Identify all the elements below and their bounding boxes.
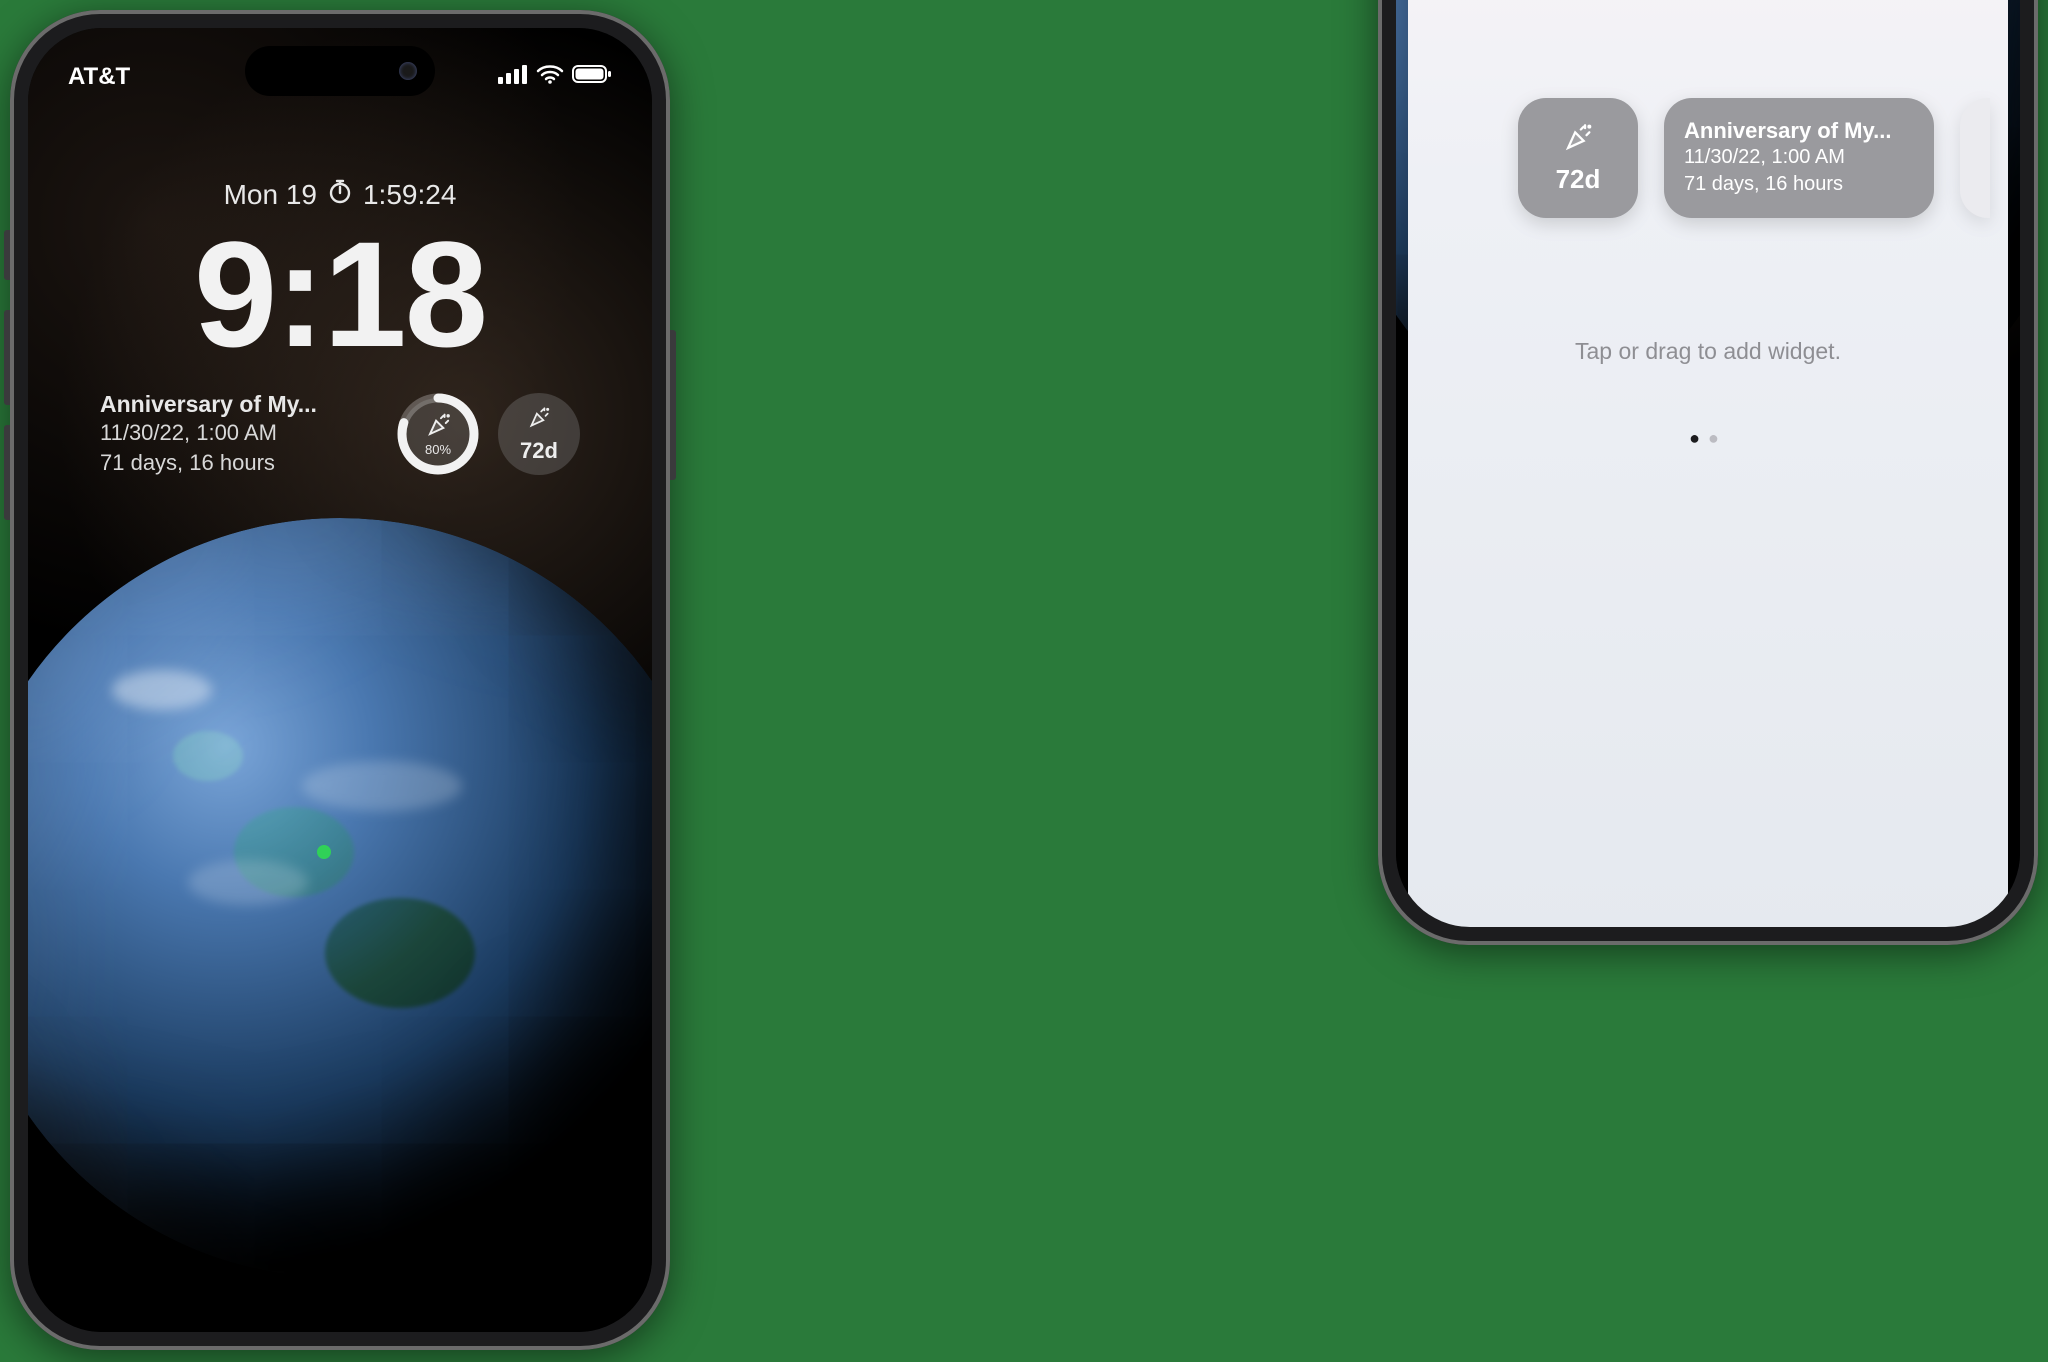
countdown-rect-widget[interactable]: Anniversary of My... 11/30/22, 1:00 AM 7… (100, 391, 378, 477)
gallery-rect-datetime: 11/30/22, 1:00 AM (1684, 144, 1914, 171)
widget-picker-sheet: Countdowns Countdowns View your latest c… (1408, 0, 2008, 927)
phone-lockscreen: AT&T Mon 19 1:59:24 (10, 10, 670, 1350)
gallery-rect-widget[interactable]: Anniversary of My... 11/30/22, 1:00 AM 7… (1664, 98, 1934, 218)
confetti-icon (1561, 121, 1595, 160)
page-indicator[interactable]: ●● (1408, 428, 2008, 449)
earth-wallpaper (28, 518, 652, 1278)
lockscreen-date: Mon 19 (224, 179, 317, 211)
phone-widget-picker: 11/30/22, 1:00 AM 71 days, 16 hours 80% (1378, 0, 2038, 945)
countdown-remaining: 71 days, 16 hours (100, 448, 378, 478)
gallery-small-widget[interactable]: 72d (1518, 98, 1638, 218)
lockscreen-clock: 9:18 (28, 219, 652, 369)
gallery-rect-title: Anniversary of My... (1684, 118, 1914, 144)
countdown-circle-widget[interactable]: 72d (498, 393, 580, 475)
carrier-label: AT&T (68, 63, 130, 91)
widget-gallery[interactable]: 72d Anniversary of My... 11/30/22, 1:00 … (1408, 78, 2008, 238)
countdown-datetime: 11/30/22, 1:00 AM (100, 418, 378, 448)
lockscreen-date-line: Mon 19 1:59:24 (28, 178, 652, 211)
ring-percent-label: 80% (425, 442, 451, 457)
cellular-icon (498, 63, 528, 91)
confetti-icon (526, 405, 552, 436)
battery-icon (572, 63, 612, 91)
gallery-small-label: 72d (1556, 164, 1601, 195)
dynamic-island (245, 46, 435, 96)
gallery-next-peek[interactable] (1960, 98, 1990, 218)
stopwatch-icon (327, 178, 353, 211)
countdown-ring-widget[interactable]: 80% (396, 392, 480, 476)
circle-days-label: 72d (520, 438, 558, 464)
sheet-instruction: Tap or drag to add widget. (1408, 338, 2008, 365)
lockscreen-countdown: 1:59:24 (363, 179, 456, 211)
wifi-icon (536, 63, 564, 91)
gallery-rect-remaining: 71 days, 16 hours (1684, 171, 1914, 198)
countdown-title: Anniversary of My... (100, 391, 378, 418)
confetti-icon (424, 411, 453, 440)
